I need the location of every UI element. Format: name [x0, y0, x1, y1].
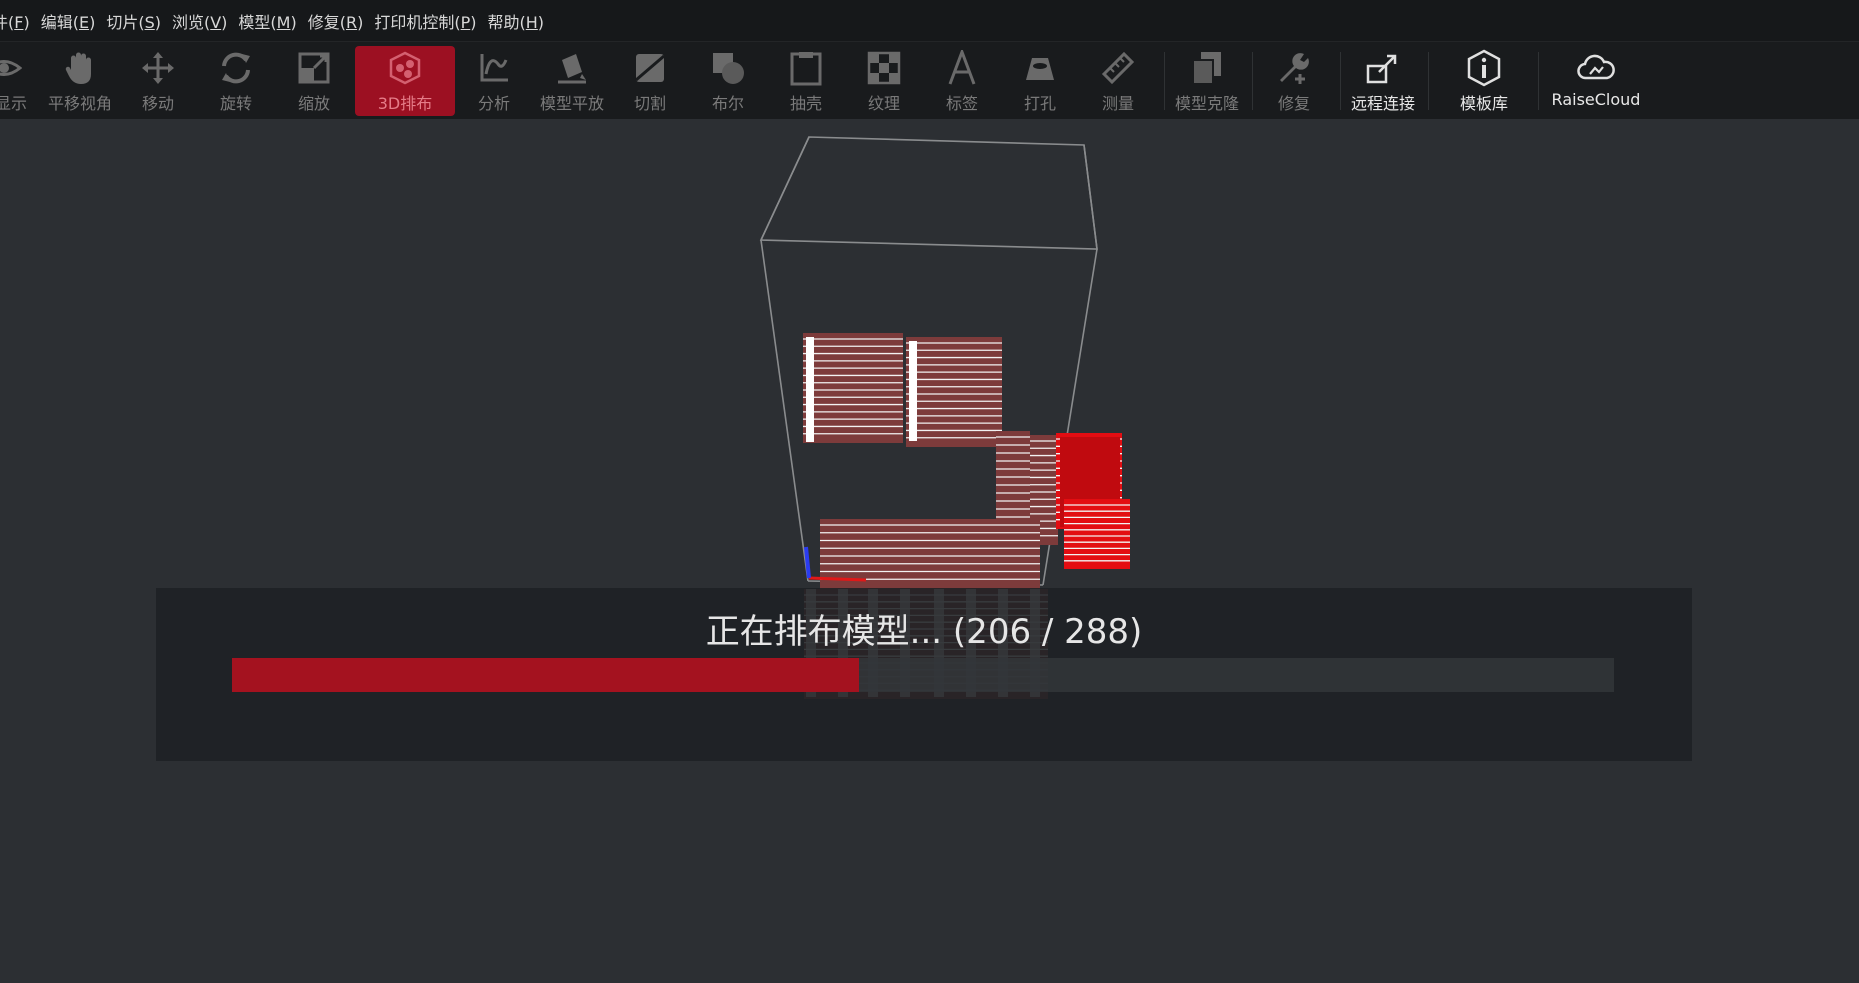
ruler-icon	[1100, 46, 1136, 90]
menu-item[interactable]: 件(F)	[0, 9, 30, 33]
toolbar-separator	[1538, 52, 1539, 110]
tool-raisecloud[interactable]: RaiseCloud	[1552, 46, 1640, 116]
tool-move-label: 移动	[141, 94, 174, 113]
menu-item[interactable]: 切片(S)	[106, 9, 161, 33]
tool-analyze[interactable]: 分析	[466, 46, 522, 116]
toolbar-separator	[1428, 52, 1429, 110]
model-stack	[1064, 499, 1130, 569]
build-volume-scene	[759, 136, 1130, 699]
tool-lay-flat-label: 模型平放	[539, 94, 604, 113]
model-stack	[909, 341, 917, 441]
progress-bar-track	[232, 658, 1614, 692]
tool-templates[interactable]: 模板库	[1458, 46, 1510, 116]
tool-cut[interactable]: 切割	[622, 46, 678, 116]
tool-templates-label: 模板库	[1459, 94, 1508, 113]
hollow-icon	[788, 46, 824, 90]
menu-bar: 件(F) 编辑(E) 切片(S) 浏览(V) 模型(M) 修复(R) 打印机控制(P) 帮助(…	[0, 0, 1859, 41]
tool-clone[interactable]: 模型克隆	[1170, 46, 1244, 116]
tool-measure[interactable]: 测量	[1090, 46, 1146, 116]
toolbar-separator	[1252, 52, 1253, 110]
punch-icon	[1022, 46, 1058, 90]
lay-flat-icon	[554, 46, 590, 90]
tool-hollow-label: 抽壳	[789, 94, 822, 113]
tool-scale[interactable]: 缩放	[286, 46, 342, 116]
analyze-icon	[476, 46, 512, 90]
remote-connect-icon	[1365, 46, 1401, 90]
tool-remote-label: 远程连接	[1350, 94, 1415, 113]
tool-move[interactable]: 移动	[130, 46, 186, 116]
tool-texture-label: 纹理	[867, 94, 900, 113]
tool-label-label: 标签	[945, 94, 978, 113]
tool-raisecloud-label: RaiseCloud	[1551, 90, 1641, 109]
tool-3d-arrange[interactable]: 3D排布	[355, 46, 455, 116]
tool-clone-label: 模型克隆	[1174, 94, 1239, 113]
model-stack	[803, 333, 903, 443]
tool-lay-flat[interactable]: 模型平放	[535, 46, 609, 116]
tool-show[interactable]: 显示	[0, 46, 27, 116]
menu-item[interactable]: 模型(M)	[238, 9, 296, 33]
menu-item[interactable]: 打印机控制(P)	[374, 9, 476, 33]
tool-pan-view[interactable]: 平移视角	[44, 46, 116, 116]
tool-analyze-label: 分析	[477, 94, 510, 113]
tool-measure-label: 测量	[1101, 94, 1134, 113]
letter-a-icon	[944, 46, 980, 90]
eye-icon	[0, 46, 22, 90]
toolbar: 显示 平移视角 移动 旋转 缩放 3D排布 分析 模型平放 切割 布尔 抽壳 纹…	[0, 41, 1859, 119]
wrench-icon	[1276, 46, 1312, 90]
cloud-icon	[1576, 46, 1616, 90]
clone-icon	[1189, 46, 1225, 90]
toolbar-separator	[1164, 52, 1165, 110]
tool-punch-label: 打孔	[1023, 94, 1056, 113]
tool-remote[interactable]: 远程连接	[1348, 46, 1418, 116]
rotate-icon	[218, 46, 254, 90]
tool-rotate[interactable]: 旋转	[208, 46, 264, 116]
menu-item[interactable]: 编辑(E)	[41, 9, 96, 33]
tool-boolean-label: 布尔	[711, 94, 744, 113]
tool-3d-arrange-label: 3D排布	[377, 94, 433, 113]
3d-viewport[interactable]: 正在排布模型... (206 / 288)	[0, 119, 1859, 983]
hand-icon	[63, 46, 97, 90]
tool-show-label: 显示	[0, 94, 28, 113]
model-stack	[906, 337, 1002, 447]
info-hexagon-icon	[1466, 46, 1502, 90]
menu-item[interactable]: 修复(R)	[308, 9, 364, 33]
tool-boolean[interactable]: 布尔	[700, 46, 756, 116]
tool-hollow[interactable]: 抽壳	[778, 46, 834, 116]
cut-icon	[632, 46, 668, 90]
tool-rotate-label: 旋转	[219, 94, 252, 113]
toolbar-separator	[1340, 52, 1341, 110]
move-arrows-icon	[140, 46, 176, 90]
tool-repair[interactable]: 修复	[1266, 46, 1322, 116]
tool-repair-label: 修复	[1277, 94, 1310, 113]
tool-cut-label: 切割	[633, 94, 666, 113]
tool-label[interactable]: 标签	[934, 46, 990, 116]
arrange-progress-dialog: 正在排布模型... (206 / 288)	[156, 588, 1692, 761]
menu-item[interactable]: 浏览(V)	[172, 9, 227, 33]
texture-checker-icon	[866, 46, 902, 90]
progress-bar-fill	[232, 658, 860, 692]
tool-pan-view-label: 平移视角	[47, 94, 112, 113]
tool-scale-label: 缩放	[297, 94, 330, 113]
tool-punch[interactable]: 打孔	[1012, 46, 1068, 116]
scale-icon	[296, 46, 332, 90]
menu-item[interactable]: 帮助(H)	[488, 9, 545, 33]
tool-texture[interactable]: 纹理	[856, 46, 912, 116]
boolean-icon	[710, 46, 746, 90]
model-stack	[806, 337, 814, 442]
arrange-cube-icon	[387, 46, 423, 90]
progress-message: 正在排布模型... (206 / 288)	[705, 612, 1143, 652]
